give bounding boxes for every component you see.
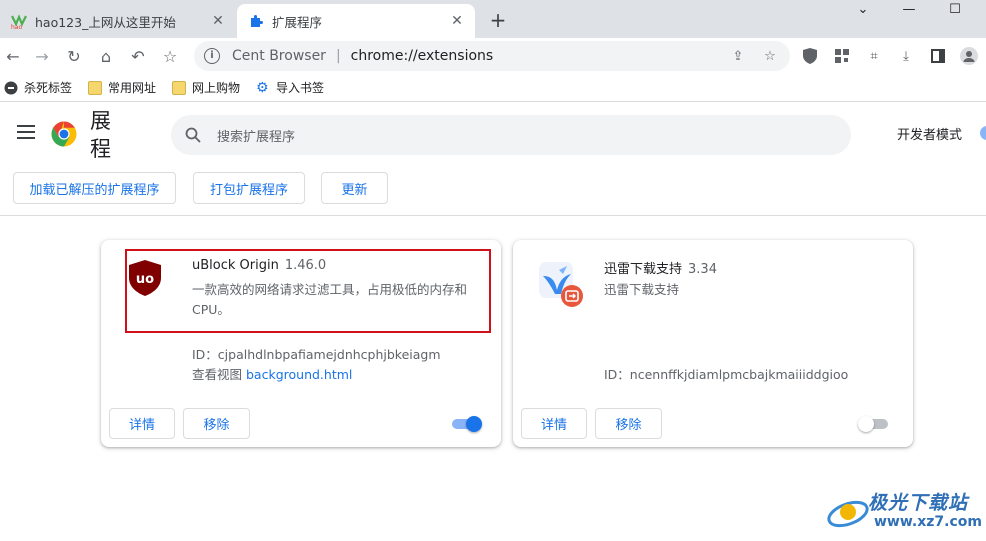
- folder-icon: [88, 80, 103, 95]
- share-icon[interactable]: ⇪: [729, 47, 747, 65]
- dev-mode-label: 开发者模式: [897, 128, 963, 143]
- bookmark-label: 导入书签: [276, 81, 325, 95]
- dev-mode-toggle[interactable]: [980, 126, 986, 140]
- back-icon[interactable]: ←: [0, 43, 26, 69]
- watermark-logo-icon: [827, 500, 869, 528]
- ublock-toolbar-icon[interactable]: [801, 47, 819, 65]
- browser-name: Cent Browser: [232, 48, 326, 64]
- search-input[interactable]: 搜索扩展程序: [171, 115, 851, 155]
- minimize-icon[interactable]: —: [886, 0, 932, 24]
- pack-extension-button[interactable]: 打包扩展程序: [193, 172, 305, 204]
- extension-card-thunder: 迅雷下载支持 3.34 迅雷下载支持 ID：ncennffkjdiamlpmcba…: [513, 240, 913, 447]
- home-icon[interactable]: ⌂: [93, 43, 119, 69]
- enable-toggle[interactable]: [450, 416, 482, 432]
- forward-icon[interactable]: →: [29, 43, 55, 69]
- svg-text:hao: hao: [11, 24, 22, 29]
- chevron-down-icon[interactable]: ⌄: [840, 0, 886, 24]
- remove-button[interactable]: 移除: [595, 408, 662, 439]
- puzzle-icon: [247, 12, 265, 30]
- bookmark-kill-tab[interactable]: 杀死标签: [4, 79, 72, 96]
- address-bar[interactable]: i Cent Browser | chrome://extensions: [194, 41, 790, 71]
- new-tab-button[interactable]: +: [486, 9, 510, 33]
- toolbar: ← → ↻ ⌂ ↶ ☆ i Cent Browser | chrome://ex…: [0, 38, 986, 74]
- extension-id: ID：cjpalhdlnbpafiamejdnhcphjbkeiagm: [192, 347, 441, 362]
- close-tab-icon[interactable]: ✕: [210, 13, 226, 29]
- extension-name: 迅雷下载支持 3.34: [604, 258, 717, 277]
- details-button[interactable]: 详情: [109, 408, 175, 439]
- extension-id: ID：ncennffkjdiamlpmcbajkmaiiiddgioo: [604, 367, 849, 382]
- star-icon[interactable]: ☆: [157, 43, 183, 69]
- tab-title: 扩展程序: [272, 14, 323, 30]
- watermark-url: www.xz7.com: [874, 514, 982, 530]
- inspect-views: 查看视图 background.html: [192, 364, 352, 383]
- maximize-icon[interactable]: ☐: [932, 0, 978, 24]
- action-bar: 加载已解压的扩展程序 打包扩展程序 更新: [0, 163, 986, 216]
- enable-toggle[interactable]: [858, 416, 890, 432]
- bookmark-label: 杀死标签: [24, 81, 73, 95]
- update-button[interactable]: 更新: [321, 172, 388, 204]
- highlight-box: [125, 249, 491, 333]
- extension-description: 迅雷下载支持: [604, 282, 680, 297]
- tab-extensions[interactable]: 扩展程序 ✕: [237, 4, 475, 38]
- page-title: 展程: [90, 109, 111, 161]
- bookmark-folder-common[interactable]: 常用网址: [88, 79, 156, 96]
- remove-button[interactable]: 移除: [183, 408, 250, 439]
- omnibox-separator: |: [335, 48, 341, 64]
- url-text: chrome://extensions: [350, 48, 494, 64]
- watermark: 极光下载站 www.xz7.com: [826, 488, 986, 538]
- undo-close-icon[interactable]: ↶: [125, 43, 151, 69]
- tab-title: hao123_上网从这里开始: [35, 14, 176, 30]
- extension-name-text: 迅雷下载支持: [604, 262, 683, 277]
- bookmark-label: 网上购物: [192, 81, 241, 95]
- watermark-title: 极光下载站: [868, 492, 969, 514]
- download-icon[interactable]: ⤓: [897, 47, 915, 65]
- reload-icon[interactable]: ↻: [61, 43, 87, 69]
- bookmark-folder-shopping[interactable]: 网上购物: [172, 79, 240, 96]
- gear-icon: ⚙: [256, 79, 269, 96]
- menu-icon[interactable]: [17, 125, 35, 139]
- thunder-icon: [537, 260, 585, 308]
- tab-hao123[interactable]: hao hao123_上网从这里开始 ✕: [0, 4, 236, 38]
- chrome-logo-icon: [51, 121, 77, 147]
- sidebar-icon[interactable]: [929, 47, 947, 65]
- folder-icon: [172, 80, 187, 95]
- bookmark-label: 常用网址: [108, 81, 157, 95]
- bookmark-star-icon[interactable]: ☆: [761, 47, 779, 65]
- details-button[interactable]: 详情: [521, 408, 587, 439]
- search-placeholder: 搜索扩展程序: [217, 129, 296, 145]
- extension-version: 3.34: [688, 262, 717, 277]
- tab-strip: hao hao123_上网从这里开始 ✕ 扩展程序 ✕ + ⌄ — ☐: [0, 0, 986, 38]
- hao123-icon: hao: [10, 12, 28, 30]
- profile-icon[interactable]: [960, 47, 978, 65]
- search-icon: [185, 127, 201, 143]
- info-icon[interactable]: i: [204, 48, 220, 64]
- bookmarks-bar: 杀死标签 常用网址 网上购物 ⚙ 导入书签: [0, 74, 986, 102]
- qr-icon[interactable]: [833, 47, 851, 65]
- extensions-header: 展程 搜索扩展程序 开发者模式: [0, 103, 986, 163]
- close-tab-icon[interactable]: ✕: [449, 13, 465, 29]
- load-unpacked-button[interactable]: 加载已解压的扩展程序: [13, 172, 176, 204]
- inspect-label: 查看视图: [192, 367, 243, 382]
- background-page-link[interactable]: background.html: [246, 367, 352, 382]
- crop-icon[interactable]: ⌗: [865, 47, 883, 65]
- kill-tab-icon: [4, 81, 18, 95]
- bookmark-import[interactable]: ⚙ 导入书签: [256, 79, 324, 96]
